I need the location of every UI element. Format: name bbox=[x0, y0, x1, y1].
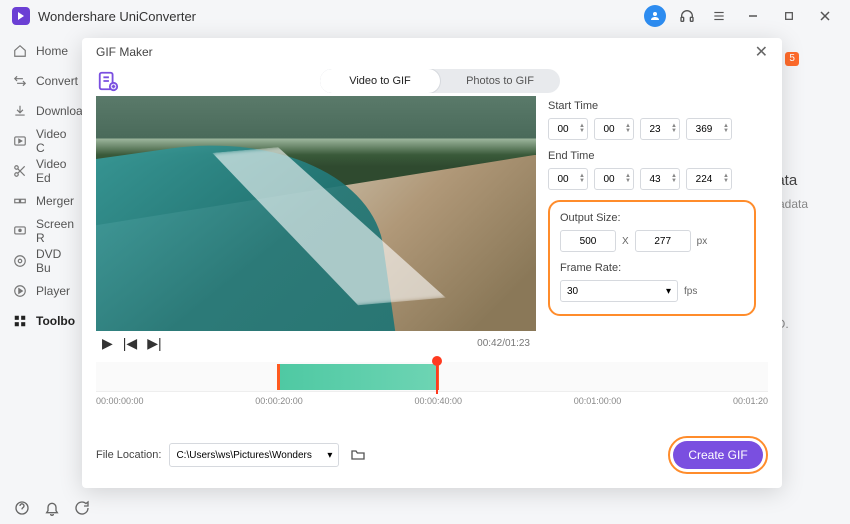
start-minute-stepper[interactable]: ▲▼ bbox=[594, 118, 634, 140]
user-avatar-icon[interactable] bbox=[644, 5, 666, 27]
sidebar-item-label: Video C bbox=[36, 127, 76, 155]
sidebar-item-label: DVD Bu bbox=[36, 247, 76, 275]
sidebar-item-player[interactable]: Player bbox=[0, 276, 88, 306]
sidebar-item-dvd-burn[interactable]: DVD Bu bbox=[0, 246, 88, 276]
end-time-label: End Time bbox=[548, 150, 756, 162]
sidebar-item-label: Downloa bbox=[36, 104, 83, 118]
sidebar-item-label: Screen R bbox=[36, 217, 76, 245]
titlebar: Wondershare UniConverter bbox=[0, 0, 850, 32]
play-button[interactable]: ▶ bbox=[102, 335, 113, 352]
sidebar-item-label: Player bbox=[36, 284, 70, 298]
chevron-down-icon: ▾ bbox=[666, 286, 671, 297]
disc-icon bbox=[12, 253, 28, 269]
tick-label: 00:01:20 bbox=[733, 396, 768, 406]
home-icon bbox=[12, 43, 28, 59]
bell-icon[interactable] bbox=[44, 500, 60, 519]
output-height-field[interactable] bbox=[635, 230, 691, 252]
sidebar-item-download[interactable]: Downloa bbox=[0, 96, 88, 126]
tick-label: 00:00:20:00 bbox=[255, 396, 303, 406]
sidebar-item-toolbox[interactable]: Toolbo bbox=[0, 306, 88, 336]
sidebar-item-home[interactable]: Home bbox=[0, 36, 88, 66]
output-size-label: Output Size: bbox=[560, 212, 744, 224]
tick-label: 00:00:00:00 bbox=[96, 396, 144, 406]
video-controls: ▶ |◀ ▶| 00:42/01:23 bbox=[96, 331, 536, 352]
start-time-label: Start Time bbox=[548, 100, 756, 112]
record-icon bbox=[12, 223, 28, 239]
feedback-icon[interactable] bbox=[74, 500, 90, 519]
video-time: 00:42/01:23 bbox=[477, 338, 530, 349]
file-location-label: File Location: bbox=[96, 449, 161, 461]
end-minute-stepper[interactable]: ▲▼ bbox=[594, 168, 634, 190]
create-gif-button[interactable]: Create GIF bbox=[673, 441, 763, 469]
app-logo-icon bbox=[12, 7, 30, 25]
timeline: 00:00:00:00 00:00:20:00 00:00:40:00 00:0… bbox=[82, 352, 782, 406]
close-button[interactable] bbox=[812, 5, 838, 27]
count-badge: 5 bbox=[785, 52, 799, 66]
sidebar-item-label: Video Ed bbox=[36, 157, 76, 185]
chevron-down-icon: ▾ bbox=[327, 450, 332, 461]
sidebar-item-label: Convert bbox=[36, 74, 78, 88]
grid-icon bbox=[12, 313, 28, 329]
sidebar-item-merger[interactable]: Merger bbox=[0, 186, 88, 216]
sidebar-item-video-edit[interactable]: Video Ed bbox=[0, 156, 88, 186]
modal-title: GIF Maker bbox=[96, 45, 153, 59]
file-location-select[interactable]: C:\Users\ws\Pictures\Wonders▾ bbox=[169, 443, 339, 467]
sidebar-item-convert[interactable]: Convert bbox=[0, 66, 88, 96]
timeline-track[interactable] bbox=[96, 362, 768, 392]
add-file-icon[interactable] bbox=[96, 69, 120, 93]
sidebar-item-video-compress[interactable]: Video C bbox=[0, 126, 88, 156]
headset-icon[interactable] bbox=[676, 5, 698, 27]
maximize-button[interactable] bbox=[776, 5, 802, 27]
gif-tabs: Video to GIF Photos to GIF bbox=[320, 69, 560, 93]
output-width-field[interactable] bbox=[560, 230, 616, 252]
download-icon bbox=[12, 103, 28, 119]
open-folder-button[interactable] bbox=[347, 444, 369, 466]
timeline-range[interactable] bbox=[277, 364, 438, 390]
create-highlight: Create GIF bbox=[668, 436, 768, 474]
playhead[interactable] bbox=[432, 356, 442, 366]
bottombar bbox=[0, 494, 104, 524]
convert-icon bbox=[12, 73, 28, 89]
gif-maker-modal: GIF Maker ✕ Video to GIF Photos to GIF ▶… bbox=[82, 38, 782, 488]
scissors-icon bbox=[12, 163, 28, 179]
tick-label: 00:01:00:00 bbox=[574, 396, 622, 406]
end-hour-stepper[interactable]: ▲▼ bbox=[548, 168, 588, 190]
sidebar-item-label: Merger bbox=[36, 194, 74, 208]
play-icon bbox=[12, 283, 28, 299]
minimize-button[interactable] bbox=[740, 5, 766, 27]
help-icon[interactable] bbox=[14, 500, 30, 519]
start-hour-stepper[interactable]: ▲▼ bbox=[548, 118, 588, 140]
merger-icon bbox=[12, 193, 28, 209]
sidebar-item-screen-record[interactable]: Screen R bbox=[0, 216, 88, 246]
next-frame-button[interactable]: ▶| bbox=[147, 335, 161, 352]
frame-rate-label: Frame Rate: bbox=[560, 262, 744, 274]
start-second-stepper[interactable]: ▲▼ bbox=[640, 118, 680, 140]
tick-label: 00:00:40:00 bbox=[414, 396, 462, 406]
tab-photos-to-gif[interactable]: Photos to GIF bbox=[440, 69, 560, 93]
output-highlight-box: Output Size: X px Frame Rate: 30▾ fps bbox=[548, 200, 756, 316]
close-icon[interactable]: ✕ bbox=[755, 42, 768, 62]
start-ms-stepper[interactable]: ▲▼ bbox=[686, 118, 732, 140]
tab-video-to-gif[interactable]: Video to GIF bbox=[320, 69, 440, 93]
end-ms-stepper[interactable]: ▲▼ bbox=[686, 168, 732, 190]
menu-icon[interactable] bbox=[708, 5, 730, 27]
video-preview[interactable] bbox=[96, 96, 536, 331]
end-second-stepper[interactable]: ▲▼ bbox=[640, 168, 680, 190]
prev-frame-button[interactable]: |◀ bbox=[123, 335, 137, 352]
sidebar: Home Convert Downloa Video C Video Ed Me… bbox=[0, 32, 88, 500]
compress-icon bbox=[12, 133, 28, 149]
sidebar-item-label: Toolbo bbox=[36, 314, 75, 328]
sidebar-item-label: Home bbox=[36, 44, 68, 58]
app-title: Wondershare UniConverter bbox=[38, 9, 196, 24]
frame-rate-select[interactable]: 30▾ bbox=[560, 280, 678, 302]
